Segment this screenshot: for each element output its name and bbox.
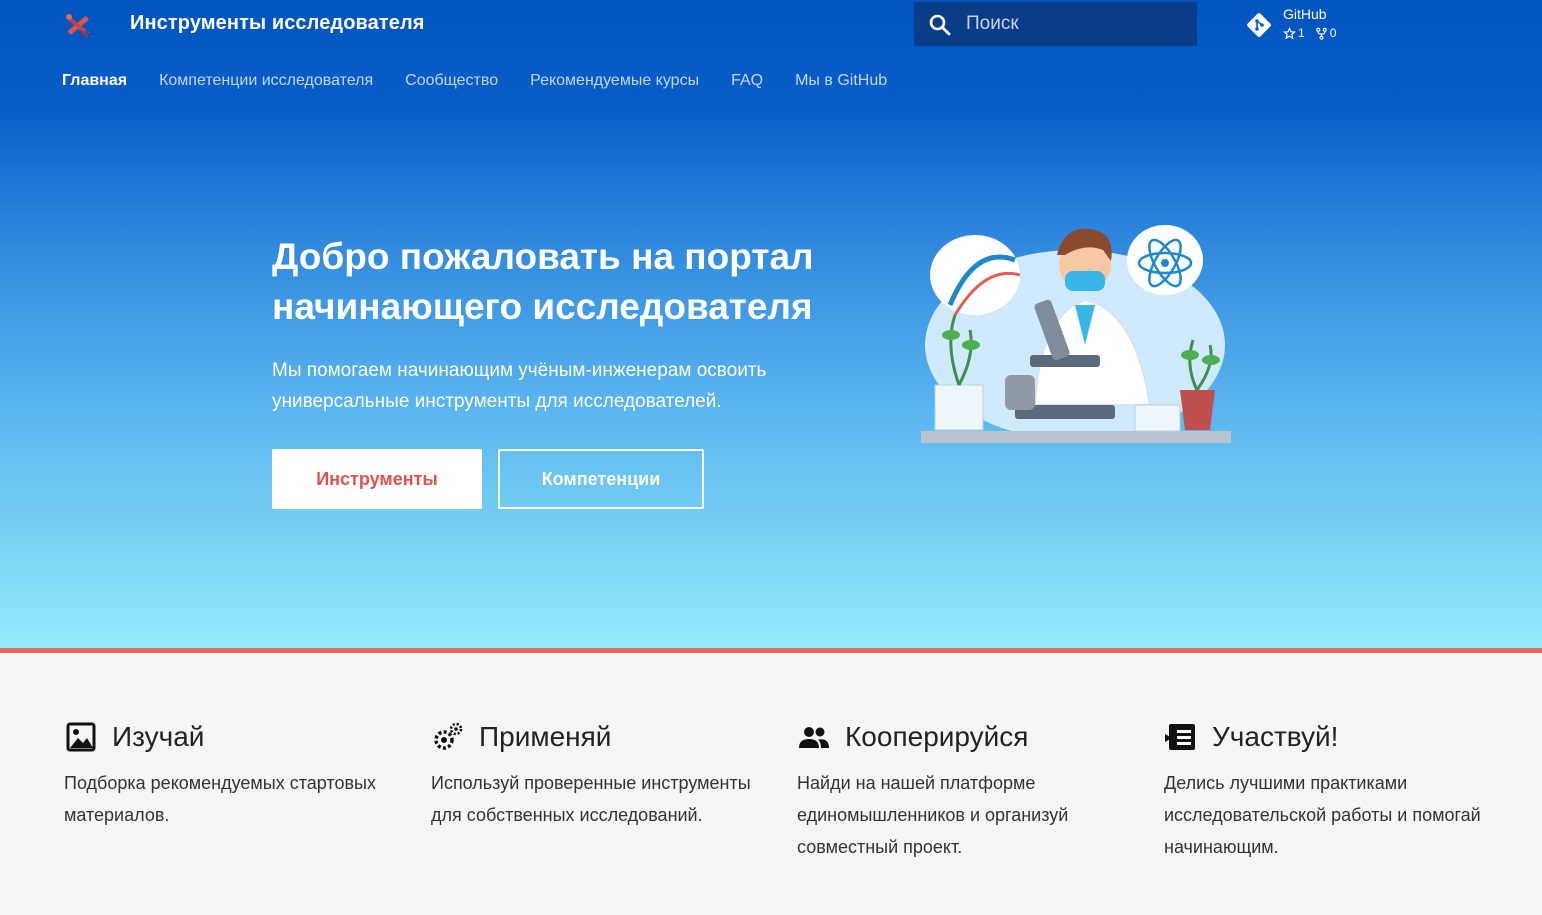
site-header: Инструменты исследователя GitHub 1 0 — [0, 0, 1542, 89]
tab-community[interactable]: Сообщество — [405, 72, 498, 90]
feature-title: Применяй — [479, 721, 612, 752]
feature-text-line: Используй проверенные инструменты — [431, 773, 751, 793]
feature-text-line: Найди на нашей платформе — [797, 773, 1036, 793]
github-repo-link[interactable]: GitHub 1 0 — [1246, 6, 1366, 46]
feature-text-line: материалов. — [64, 805, 170, 825]
search-icon — [929, 14, 951, 36]
feature-cooperate: Кооперируйся Найди на нашей платформе ед… — [797, 719, 1117, 863]
features-section: Изучай Подборка рекомендуемых стартовых … — [0, 653, 1542, 915]
tab-competencies[interactable]: Компетенции исследователя — [159, 72, 373, 90]
hero-title-line2: начинающего исследователя — [272, 286, 813, 327]
star-icon — [1283, 26, 1296, 39]
tab-github[interactable]: Мы в GitHub — [795, 72, 887, 90]
tab-home[interactable]: Главная — [62, 72, 127, 90]
feature-learn: Изучай Подборка рекомендуемых стартовых … — [64, 719, 384, 831]
feature-text-line: Подборка рекомендуемых стартовых — [64, 773, 376, 793]
hero-text-line2: универсальные инструменты для исследоват… — [272, 391, 722, 412]
hero-title: Добро пожаловать на портал начинающего и… — [272, 232, 872, 332]
image-icon — [66, 722, 96, 752]
feature-text-line: Делись лучшими практиками — [1164, 773, 1408, 793]
repo-forks: 0 — [1315, 26, 1337, 40]
feature-text-line: единомышленников и организуй — [797, 805, 1069, 825]
git-icon — [1247, 13, 1271, 37]
feature-apply: Применяй Используй проверенные инструмен… — [431, 719, 751, 831]
stars-count: 1 — [1298, 26, 1305, 40]
contribute-icon — [1165, 724, 1195, 750]
repo-facts: 1 0 — [1283, 26, 1336, 40]
repo-stars: 1 — [1283, 26, 1305, 40]
feature-text: Подборка рекомендуемых стартовых материа… — [64, 767, 384, 831]
tools-button[interactable]: Инструменты — [272, 449, 482, 509]
scientist-illustration — [921, 225, 1231, 443]
gears-icon — [434, 722, 463, 750]
repo-name: GitHub — [1283, 6, 1327, 22]
feature-text-line: начинающим. — [1164, 837, 1279, 857]
feature-title: Изучай — [112, 721, 205, 752]
main-tabs: Главная Компетенции исследователя Сообще… — [62, 72, 887, 90]
search-box[interactable] — [914, 2, 1197, 46]
feature-title: Участвуй! — [1212, 721, 1339, 752]
forks-count: 0 — [1329, 26, 1337, 40]
fork-icon — [1315, 27, 1327, 40]
feature-title: Кооперируйся — [845, 721, 1029, 752]
competencies-button[interactable]: Компетенции — [498, 449, 704, 509]
hero-description: Мы помогаем начинающим учёным-инженерам … — [272, 355, 832, 417]
hero-text-line1: Мы помогаем начинающим учёным-инженерам … — [272, 360, 767, 381]
feature-text-line: для собственных исследований. — [431, 805, 703, 825]
tab-faq[interactable]: FAQ — [731, 72, 763, 90]
feature-text: Делись лучшими практиками исследовательс… — [1164, 767, 1484, 863]
tab-courses[interactable]: Рекомендуемые курсы — [530, 72, 699, 90]
site-title[interactable]: Инструменты исследователя — [130, 12, 425, 35]
feature-text: Используй проверенные инструменты для со… — [431, 767, 751, 831]
people-icon — [799, 727, 829, 748]
feature-text-line: исследовательской работы и помогай — [1164, 805, 1481, 825]
search-input[interactable] — [966, 2, 1191, 46]
tools-logo-icon[interactable] — [62, 11, 92, 39]
feature-text-line: совместный проект. — [797, 837, 963, 857]
feature-text: Найди на нашей платформе единомышленнико… — [797, 767, 1117, 863]
feature-participate: Участвуй! Делись лучшими практиками иссл… — [1164, 719, 1484, 863]
hero-title-line1: Добро пожаловать на портал — [272, 236, 814, 277]
